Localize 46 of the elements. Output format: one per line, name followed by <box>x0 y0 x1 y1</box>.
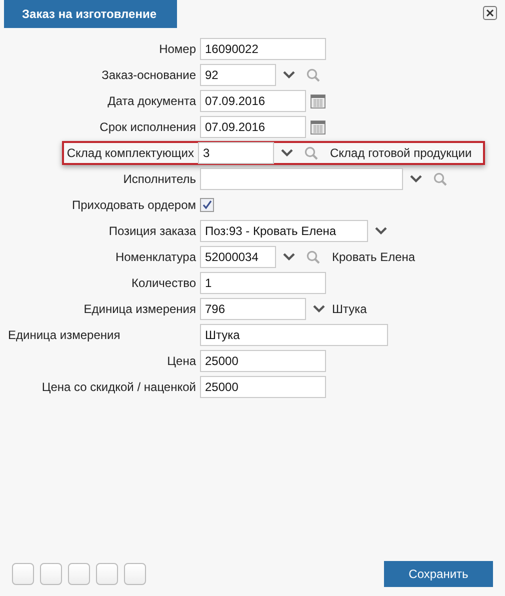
dropdown-field[interactable]: 92 <box>200 64 276 86</box>
value-text: Склад готовой продукции <box>330 146 472 160</box>
date-field[interactable]: 07.09.2016 <box>200 90 306 112</box>
field-label: Количество <box>130 276 197 290</box>
field-label: Приходовать ордером <box>70 198 197 212</box>
dropdown-field[interactable]: 3 <box>198 142 274 164</box>
search-icon[interactable] <box>304 146 318 160</box>
chevron-down-icon[interactable] <box>280 148 294 158</box>
chevron-down-icon[interactable] <box>374 226 388 236</box>
input-field[interactable]: 1 <box>200 272 326 294</box>
search-icon[interactable] <box>433 172 447 186</box>
close-icon[interactable] <box>483 6 497 20</box>
value-text: Кровать Елена <box>332 250 416 264</box>
search-icon[interactable] <box>306 250 320 264</box>
dropdown-field[interactable] <box>200 168 403 190</box>
field-label: Срок исполнения <box>98 120 197 134</box>
field-label: Единица измерения <box>82 302 197 316</box>
field-label: Цена <box>166 354 197 368</box>
date-field[interactable]: 07.09.2016 <box>200 116 306 138</box>
chevron-down-icon[interactable] <box>282 252 296 262</box>
chevron-down-icon[interactable] <box>312 304 326 314</box>
field-label: Номенклатура <box>114 250 197 264</box>
input-field[interactable]: 25000 <box>200 350 326 372</box>
field-label: Заказ-основание <box>100 68 197 82</box>
field-label: Исполнитель <box>122 172 197 186</box>
dropdown-field[interactable]: 796 <box>200 298 306 320</box>
dropdown-field[interactable]: 52000034 <box>200 246 276 268</box>
field-label: Цена со скидкой / наценкой <box>40 380 197 394</box>
field-label: Единица измерения <box>7 328 122 342</box>
value-text: Штука <box>332 302 367 316</box>
dropdown-field[interactable]: Поз:93 - Кровать Елена <box>200 220 368 242</box>
window-title: Заказ на изготовление <box>4 0 177 28</box>
save-button[interactable]: Сохранить <box>384 561 493 587</box>
chevron-down-icon[interactable] <box>409 174 423 184</box>
field-label: Склад комплектующих <box>66 146 195 160</box>
field-label: Дата документа <box>106 94 197 108</box>
input-field[interactable]: Штука <box>200 324 388 346</box>
field-label: Номер <box>158 42 197 56</box>
checkbox[interactable] <box>200 198 214 212</box>
search-icon[interactable] <box>306 68 320 82</box>
field-label: Позиция заказа <box>108 224 197 238</box>
chevron-down-icon[interactable] <box>282 70 296 80</box>
calendar-icon[interactable] <box>310 93 326 109</box>
calendar-icon[interactable] <box>310 119 326 135</box>
input-field[interactable]: 16090022 <box>200 38 326 60</box>
input-field[interactable]: 25000 <box>200 376 326 398</box>
